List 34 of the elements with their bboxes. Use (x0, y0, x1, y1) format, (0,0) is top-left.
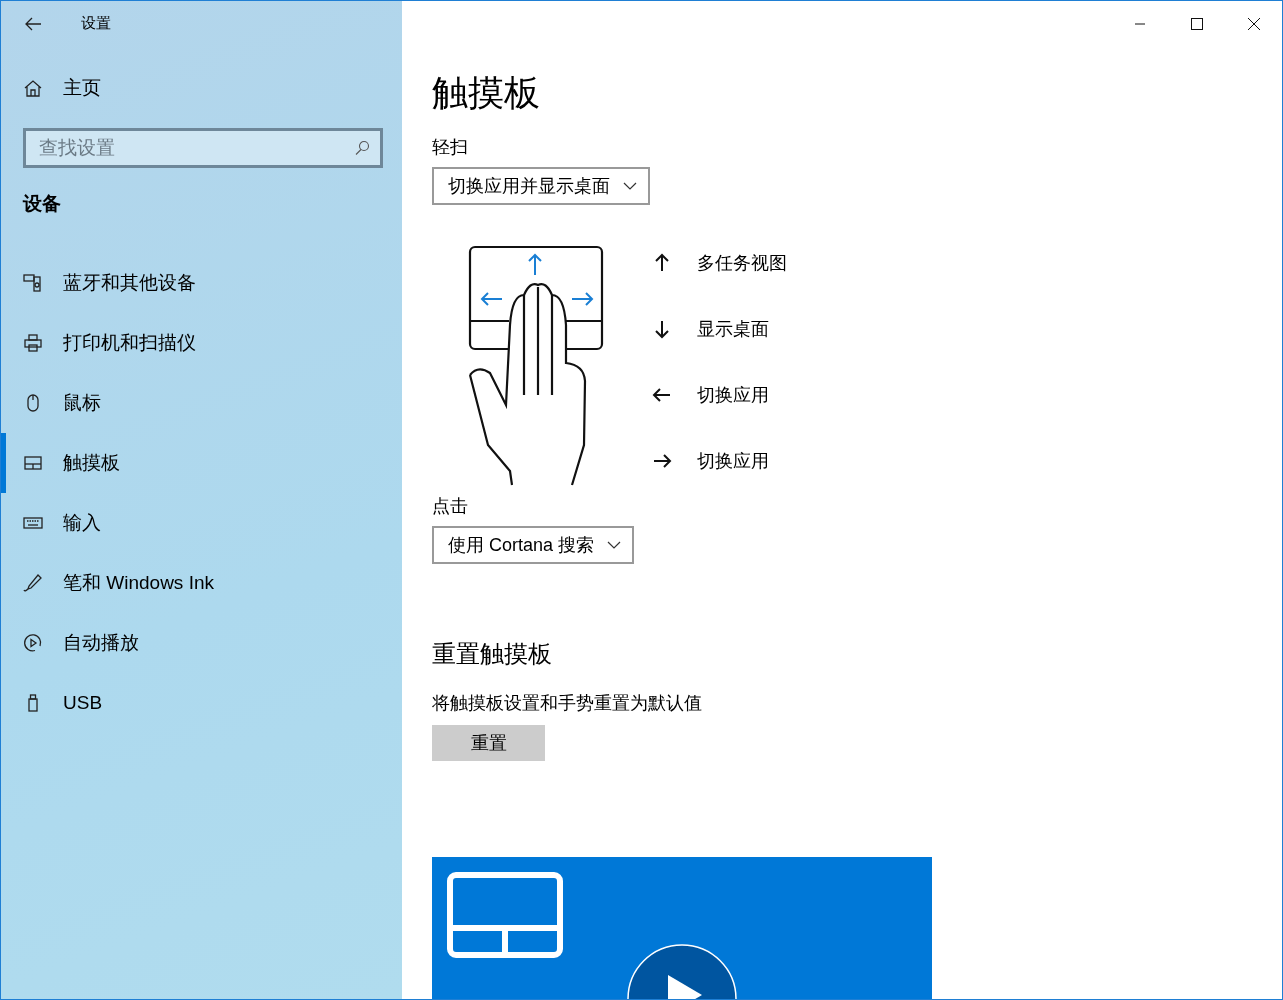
search-field[interactable]: 查找设置 (23, 127, 383, 168)
maximize-icon (1190, 17, 1203, 30)
gesture-label: 切换应用 (697, 451, 769, 471)
search-icon (354, 139, 370, 156)
field-label: 轻扫 (432, 136, 468, 159)
description-text: 将触摸板设置和手势重置为默认值 (432, 692, 702, 715)
printer-icon (23, 333, 43, 353)
nav-item[interactable]: 笔和 Windows Ink (1, 553, 402, 613)
page-title: 触摸板 (432, 71, 540, 115)
dropdown[interactable]: 切换应用并显示桌面 (432, 167, 650, 205)
dropdown[interactable]: 使用 Cortana 搜索 (432, 526, 635, 564)
home-icon (23, 78, 43, 99)
nav-item[interactable]: USB (1, 673, 402, 733)
autoplay-icon (23, 633, 43, 653)
gesture-label: 显示桌面 (697, 319, 769, 339)
section-heading: 重置触摸板 (432, 639, 552, 669)
nav-item[interactable]: 自动播放 (1, 613, 402, 673)
field-label: 点击 (432, 495, 468, 518)
gesture-label: 切换应用 (697, 385, 769, 405)
nav-item[interactable]: 打印机和扫描仪 (1, 313, 402, 373)
devices-icon (23, 273, 43, 293)
window-title: 设置 (81, 13, 111, 34)
arrow-icon (652, 319, 672, 339)
nav-item[interactable]: 蓝牙和其他设备 (1, 253, 402, 313)
nav-item[interactable]: 输入 (1, 493, 402, 553)
touchpad-icon (23, 453, 43, 473)
nav-item[interactable]: 鼠标 (1, 373, 402, 433)
close-icon (1247, 17, 1260, 30)
pen-icon (23, 573, 43, 593)
gesture-label: 多任务视图 (697, 253, 787, 273)
reset-button[interactable]: 重置 (432, 725, 545, 761)
home-nav-item[interactable]: 主页 (23, 74, 101, 103)
section-heading: 设备 (23, 191, 62, 216)
nav-item[interactable]: 触摸板 (1, 433, 402, 493)
